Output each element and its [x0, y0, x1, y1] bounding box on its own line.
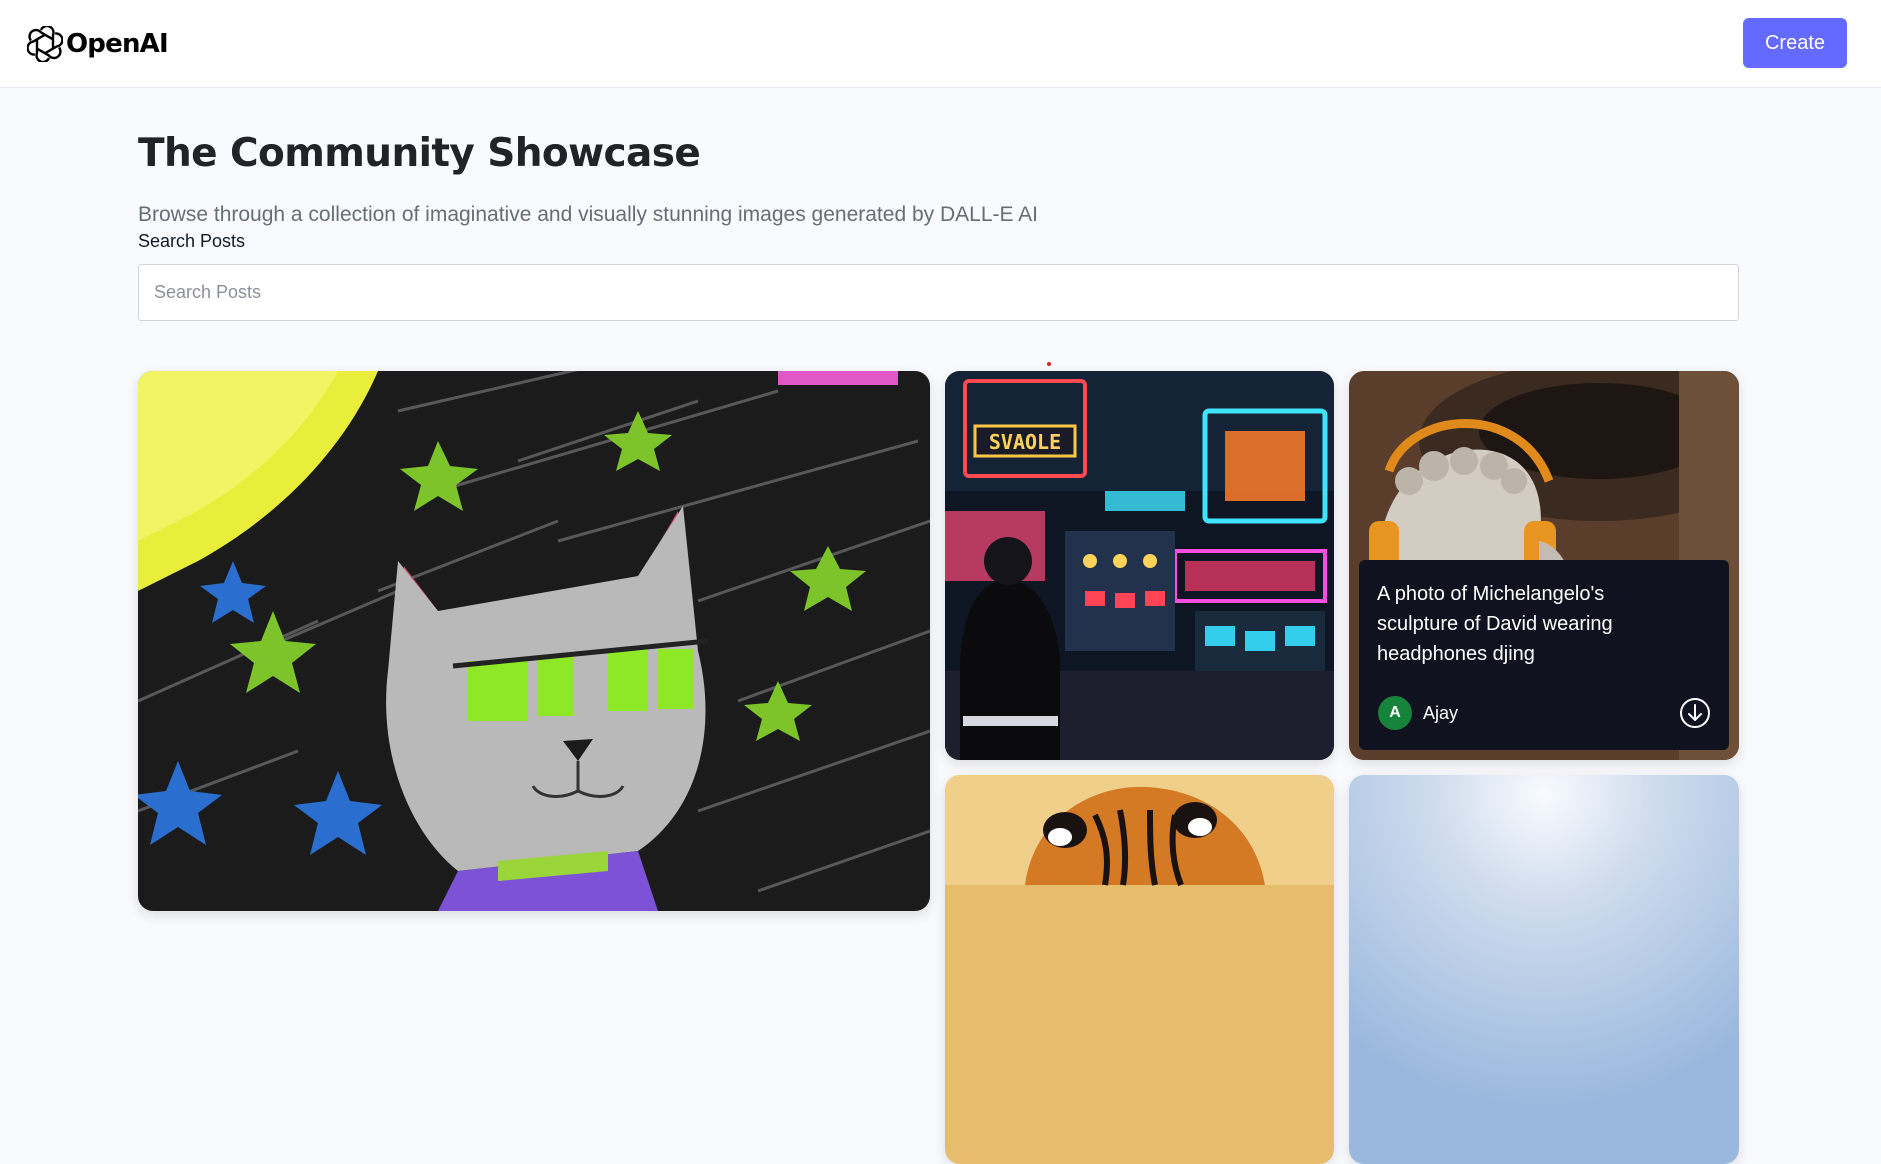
openai-home-link[interactable]: OpenAI: [27, 26, 169, 62]
avatar: A: [1378, 696, 1412, 730]
cursor-dot: [1047, 362, 1051, 366]
showcase-card[interactable]: SVAOLE: [945, 371, 1334, 760]
author-name: Ajay: [1423, 702, 1459, 723]
top-navbar: OpenAI Create: [0, 0, 1881, 88]
openai-logo-icon: [27, 26, 63, 62]
create-button[interactable]: Create: [1743, 18, 1847, 68]
card-author-row: A Ajay: [1378, 696, 1711, 730]
page-title: The Community Showcase: [138, 131, 701, 176]
page-subtitle: Browse through a collection of imaginati…: [138, 203, 1039, 226]
neon-sign-text: SVAOLE: [989, 430, 1061, 454]
card-hover-overlay: A photo of Michelangelo's sculpture of D…: [1359, 560, 1729, 750]
brand-name: OpenAI: [66, 29, 169, 59]
showcase-card[interactable]: [945, 775, 1334, 1164]
card-image: [138, 371, 930, 911]
card-image: [1349, 775, 1739, 1164]
search-label: Search Posts: [138, 231, 246, 251]
showcase-card[interactable]: [138, 371, 930, 911]
card-image: [945, 775, 1334, 1164]
card-prompt: A photo of Michelangelo's sculpture of D…: [1377, 583, 1613, 665]
showcase-card[interactable]: A photo of Michelangelo's sculpture of D…: [1349, 371, 1739, 760]
search-input[interactable]: [138, 264, 1739, 321]
card-image: SVAOLE: [945, 371, 1334, 760]
showcase-card[interactable]: [1349, 775, 1739, 1164]
download-icon[interactable]: [1679, 697, 1711, 729]
